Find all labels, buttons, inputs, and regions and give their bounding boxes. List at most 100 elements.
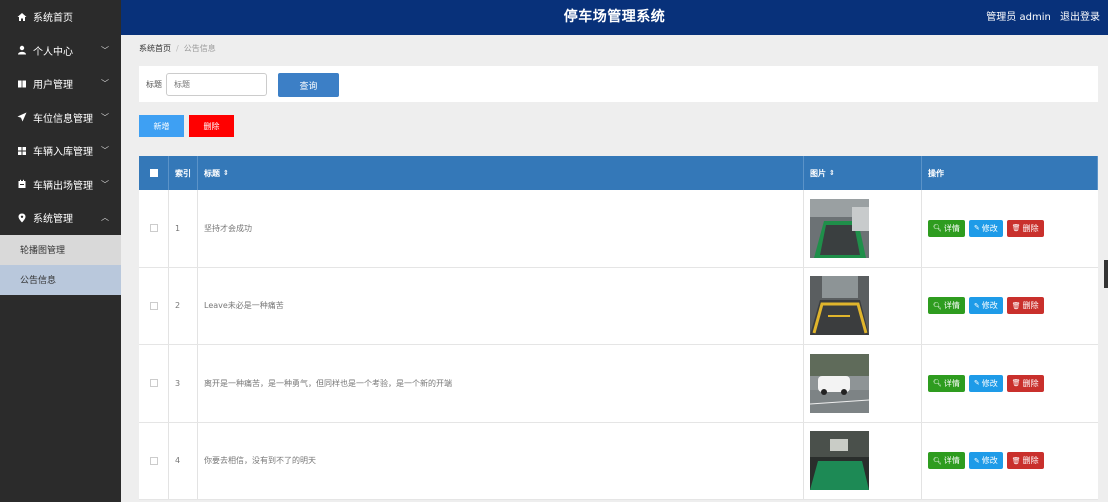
chevron-down-icon: ﹀ (101, 146, 109, 156)
chevron-down-icon: ﹀ (101, 79, 109, 89)
delete-button[interactable]: 🗑︎ 删除 (1006, 452, 1044, 470)
row-image-cell (804, 422, 922, 499)
header-image-label: 图片 (810, 168, 826, 178)
row-checkbox[interactable] (149, 456, 158, 465)
row-title: 你要去相信，没有到不了的明天 (198, 422, 804, 499)
trash-icon: 🗑︎ (1011, 380, 1021, 388)
parking-thumbnail[interactable] (810, 353, 869, 413)
parking-thumbnail[interactable] (810, 276, 869, 336)
scrollbar-thumb[interactable] (1104, 260, 1108, 288)
header-title-label: 标题 (204, 168, 220, 178)
detail-label: 详情 (943, 378, 960, 388)
edit-button[interactable]: ✎ 修改 (968, 297, 1003, 315)
top-header: 停车场管理系统 管理员 admin 退出登录 (121, 0, 1108, 35)
batch-delete-button[interactable]: 删除 (189, 115, 234, 137)
row-ops: 🔍︎ 详情 ✎ 修改 🗑︎ 删除 (922, 268, 1098, 345)
delete-button[interactable]: 🗑︎ 删除 (1006, 297, 1044, 315)
search-icon: 🔍︎ (933, 457, 942, 465)
row-title: 坚持才会成功 (198, 190, 804, 267)
edit-label: 修改 (981, 456, 998, 466)
breadcrumb-current: 公告信息 (183, 44, 216, 53)
user-icon (16, 45, 28, 55)
sidebar-item-label: 用户管理 (33, 80, 73, 92)
pencil-icon: ✎ (973, 457, 980, 465)
logout-link[interactable]: 退出登录 (1060, 12, 1100, 23)
edit-button[interactable]: ✎ 修改 (968, 452, 1003, 470)
header-title[interactable]: 标题 ⇕ (198, 156, 804, 190)
sort-icon: ⇕ (223, 169, 229, 177)
delete-button[interactable]: 🗑︎ 删除 (1006, 374, 1044, 392)
row-checkbox-cell (139, 345, 169, 422)
row-checkbox-cell (139, 190, 169, 267)
detail-button[interactable]: 🔍︎ 详情 (928, 297, 965, 315)
add-button[interactable]: 新增 (139, 115, 184, 137)
header-checkbox-cell (139, 156, 169, 190)
search-label: 标题 (146, 80, 162, 89)
row-checkbox-cell (139, 422, 169, 499)
chevron-down-icon: ﹀ (101, 112, 109, 122)
detail-button[interactable]: 🔍︎ 详情 (928, 374, 965, 392)
detail-button[interactable]: 🔍︎ 详情 (928, 219, 965, 237)
header-image[interactable]: 图片 ⇕ (804, 156, 922, 190)
search-input[interactable] (166, 73, 267, 96)
sidebar-subitem-carousel[interactable]: 轮播图管理 (0, 234, 121, 265)
map-pin-icon (16, 213, 28, 223)
row-ops: 🔍︎ 详情 ✎ 修改 🗑︎ 删除 (922, 423, 1098, 500)
row-ops: 🔍︎ 详情 ✎ 修改 🗑︎ 删除 (922, 190, 1098, 267)
sidebar-item-parking-spaces[interactable]: 车位信息管理 ﹀ (0, 101, 121, 135)
row-image-cell (804, 267, 922, 344)
sidebar-item-label: 个人中心 (33, 46, 73, 58)
table-row: 2 Leave未必是一种痛苦 🔍︎ 详情 ✎ 修改 🗑︎ 删除 (139, 267, 1098, 345)
header-index: 索引 (169, 156, 198, 190)
breadcrumb-home[interactable]: 系统首页 (139, 44, 171, 53)
table-header: 索引 标题 ⇕ 图片 ⇕ 操作 (139, 156, 1098, 190)
sidebar-item-label: 车位信息管理 (33, 113, 93, 125)
sidebar-item-vehicle-exit[interactable]: 车辆出场管理 ﹀ (0, 168, 121, 202)
edit-label: 修改 (981, 223, 998, 233)
delete-label: 删除 (1022, 378, 1039, 388)
calendar-icon (16, 179, 28, 189)
delete-label: 删除 (1022, 456, 1039, 466)
paper-plane-icon (16, 112, 28, 122)
home-icon (16, 12, 28, 22)
row-checkbox[interactable] (149, 379, 158, 388)
select-all-checkbox[interactable] (149, 169, 158, 177)
chevron-up-icon: ︿ (101, 213, 109, 223)
edit-button[interactable]: ✎ 修改 (968, 374, 1003, 392)
row-index: 2 (169, 267, 198, 344)
row-checkbox[interactable] (149, 301, 158, 310)
sidebar-item-system[interactable]: 系统管理 ︿ (0, 201, 121, 235)
user-label: 管理员 admin (986, 12, 1051, 23)
search-button[interactable]: 查询 (278, 73, 339, 97)
sidebar-subitem-notices[interactable]: 公告信息 (0, 264, 121, 295)
row-index: 4 (169, 422, 198, 499)
trash-icon: 🗑︎ (1011, 457, 1021, 465)
row-index: 1 (169, 190, 198, 267)
detail-label: 详情 (943, 456, 960, 466)
sidebar-item-profile[interactable]: 个人中心 ﹀ (0, 34, 121, 68)
row-checkbox[interactable] (149, 224, 158, 233)
row-ops: 🔍︎ 详情 ✎ 修改 🗑︎ 删除 (922, 345, 1098, 422)
delete-label: 删除 (1022, 301, 1039, 311)
sidebar-item-users[interactable]: 用户管理 ﹀ (0, 67, 121, 101)
edit-button[interactable]: ✎ 修改 (968, 219, 1003, 237)
chevron-down-icon: ﹀ (101, 179, 109, 189)
row-title: 离开是一种痛苦，是一种勇气，但同样也是一个考验，是一个新的开端 (198, 345, 804, 422)
sidebar-item-vehicle-entry[interactable]: 车辆入库管理 ﹀ (0, 134, 121, 168)
table-row: 4 你要去相信，没有到不了的明天 🔍︎ 详情 ✎ 修改 🗑︎ 删除 (139, 422, 1098, 500)
trash-icon: 🗑︎ (1011, 302, 1021, 310)
pencil-icon: ✎ (973, 380, 980, 388)
detail-label: 详情 (943, 223, 960, 233)
header-ops: 操作 (922, 156, 1098, 190)
row-checkbox-cell (139, 267, 169, 344)
detail-button[interactable]: 🔍︎ 详情 (928, 452, 965, 470)
row-image-cell (804, 345, 922, 422)
row-image-cell (804, 190, 922, 267)
search-icon: 🔍︎ (933, 225, 942, 233)
parking-thumbnail[interactable] (810, 431, 869, 491)
table-row: 1 坚持才会成功 🔍︎ 详情 ✎ 修改 🗑︎ 删除 (139, 190, 1098, 268)
breadcrumb-separator: / (176, 44, 179, 53)
delete-button[interactable]: 🗑︎ 删除 (1006, 219, 1044, 237)
sidebar-item-home[interactable]: 系统首页 (0, 0, 121, 34)
parking-thumbnail[interactable] (810, 198, 869, 258)
